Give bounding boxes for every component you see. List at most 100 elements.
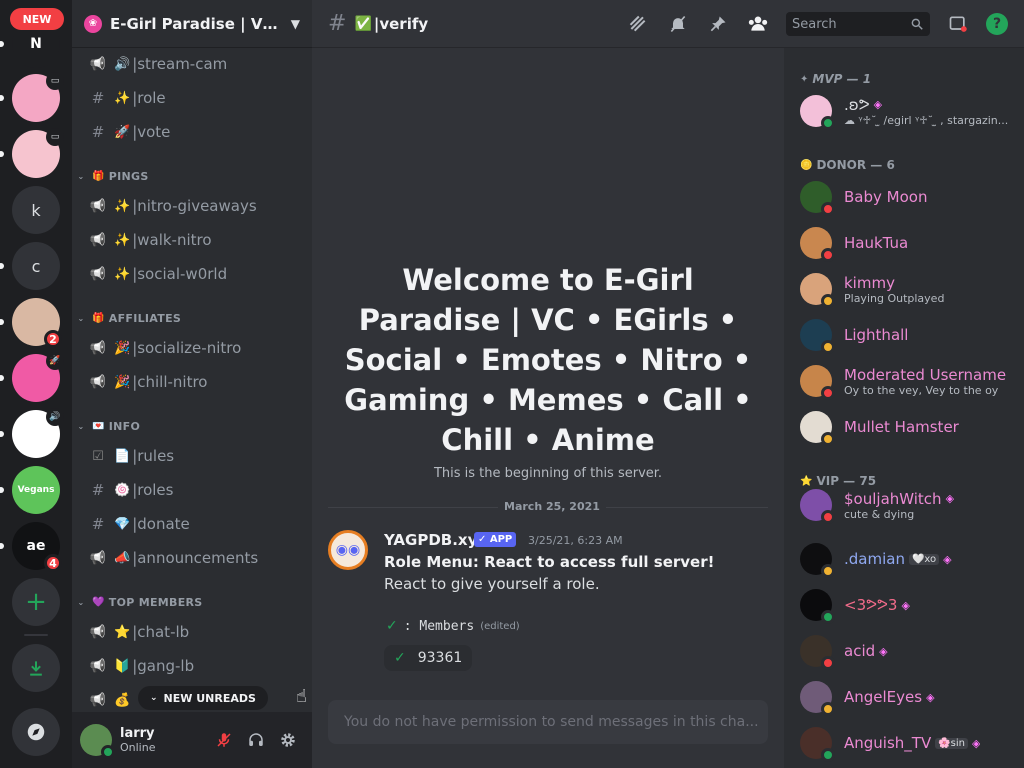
monitor-icon: ▭ [46, 128, 64, 146]
chevron-down-icon: ⌄ [77, 597, 85, 607]
member-name-text: Baby Moon [844, 188, 928, 206]
channel-item[interactable]: 📢 ✨ |social-w0rld [80, 258, 304, 290]
member-item[interactable]: <3ᕗᕗ3 ◈ [800, 584, 1016, 626]
member-text: Lighthall [844, 326, 908, 344]
notification-bell-muted-icon[interactable] [666, 12, 690, 36]
member-list-icon[interactable] [746, 12, 770, 36]
dnd-status-icon [821, 248, 835, 262]
channel-emoji-icon: 🚀 [114, 124, 131, 140]
member-item[interactable]: HaukTua [800, 222, 1016, 264]
server-icon[interactable]: k [12, 186, 60, 234]
member-item[interactable]: .ʚᕗ ◈ ☁ ᵞ♱˘ ̫ /egirl ᵞ♱˘ ̫ , stargazin... [800, 90, 1016, 132]
member-text: .damian 🤍xo ◈ [844, 550, 952, 568]
channel-item[interactable]: 📢 ⭐ |chat-lb [80, 616, 304, 648]
server-icon[interactable]: 🚀 [12, 352, 64, 402]
user-info[interactable]: larry Online [120, 726, 208, 754]
microphone-muted-icon[interactable] [208, 724, 240, 756]
gear-icon[interactable] [272, 724, 304, 756]
nitro-boost-icon: ◈ [879, 644, 888, 658]
member-item[interactable]: Baby Moon [800, 176, 1016, 218]
role-label: : Members [403, 618, 475, 634]
chevron-down-icon: ⌄ [77, 313, 85, 323]
help-icon[interactable]: ? [986, 13, 1008, 35]
pin-icon[interactable] [706, 12, 730, 36]
new-unreads-button[interactable]: ⌄ NEW UNREADS [138, 686, 268, 710]
member-item[interactable]: AngelEyes ◈ [800, 676, 1016, 718]
server-icon[interactable]: Vegans [12, 466, 60, 514]
new-badge[interactable]: NEW [10, 8, 64, 30]
server-rail: NEW N ▭ ▭ k c 2 🚀 🔊 Vegans ae 4 + [0, 0, 72, 768]
member-text: acid ◈ [844, 642, 888, 660]
category-label: AFFILIATES [108, 311, 182, 325]
member-name: Lighthall [844, 326, 908, 344]
avatar[interactable] [80, 724, 115, 759]
member-group-header: 🪙 DONOR — 6 [800, 156, 895, 174]
member-text: Mullet Hamster [844, 418, 959, 436]
server-icon[interactable]: 2 [12, 298, 62, 348]
category-top-members[interactable]: ⌄ 💜 TOP MEMBERS [74, 592, 304, 612]
server-icon[interactable]: 🔊 [12, 408, 64, 458]
server-icon[interactable]: ▭ [12, 72, 64, 122]
channel-item[interactable]: 📢 🎉 |socialize-nitro [80, 332, 304, 364]
member-item[interactable]: $ouljahWitch ◈ cute & dying [800, 484, 1016, 526]
channel-item[interactable]: # 🚀 |vote [80, 116, 304, 148]
category-affiliates[interactable]: ⌄ 🎁 AFFILIATES [74, 308, 304, 328]
member-item[interactable]: Lighthall [800, 314, 1016, 356]
reaction-button[interactable]: ✓ 93361 [384, 645, 473, 671]
category-info[interactable]: ⌄ 💌 INFO [74, 416, 304, 436]
inbox-icon[interactable] [946, 12, 970, 36]
server-icon[interactable]: ae 4 [12, 522, 62, 572]
member-item[interactable]: .damian 🤍xo ◈ [800, 538, 1016, 580]
member-item[interactable]: Anguish_TV 🌸sin ◈ [800, 722, 1016, 764]
search-input[interactable]: Search [786, 12, 930, 36]
channel-emoji-icon: ✨ [114, 198, 131, 214]
member-item[interactable]: acid ◈ [800, 630, 1016, 672]
speaker-icon: 🔊 [46, 408, 64, 426]
channel-item[interactable]: # 💎 |donate [80, 508, 304, 540]
server-glyph: ae [26, 538, 46, 554]
channel-name: |rules [132, 447, 175, 465]
category-emoji-icon: 💌 [92, 420, 105, 432]
server-header[interactable]: ❀ E-Girl Paradise | VC • ... ▼ [72, 0, 312, 48]
channel-item[interactable]: 📢 🔊 |stream-cam [80, 48, 304, 80]
headphones-icon[interactable] [240, 724, 272, 756]
member-text: AngelEyes ◈ [844, 688, 935, 706]
megaphone-icon: 📢 [89, 198, 107, 214]
message-composer[interactable]: You do not have permission to send messa… [328, 700, 768, 744]
megaphone-icon: 📢 [89, 624, 107, 640]
channel-item[interactable]: # ✨ |role [80, 82, 304, 114]
avatar [800, 543, 835, 578]
member-name: $ouljahWitch ◈ [844, 490, 954, 508]
channel-item[interactable]: # 🍥 |roles [80, 474, 304, 506]
member-list: ✦ MVP — 1 🪙 DONOR — 6 ⭐ VIP — 75 .ʚᕗ ◈ ☁ ᵞ♱˘ ̫ /… [784, 48, 1024, 768]
message-title: Role Menu: React to access full server! [384, 553, 715, 571]
category-pings[interactable]: ⌄ 🎁 PINGS [74, 166, 304, 186]
channel-item[interactable]: 📢 🎉 |chill-nitro [80, 366, 304, 398]
channel-item[interactable]: 📢 ✨ |nitro-giveaways [80, 190, 304, 222]
channel-emoji-icon: 🍥 [114, 482, 131, 498]
channel-emoji-icon: 💎 [114, 516, 131, 532]
channel-item[interactable]: ☑ 📄 |rules [80, 440, 304, 472]
threads-icon[interactable] [626, 12, 650, 36]
channel-item[interactable]: 📢 🔰 |gang-lb [80, 650, 304, 682]
category-emoji-icon: 🎁 [92, 170, 105, 182]
unread-indicator [0, 543, 4, 549]
server-icon[interactable]: ▭ [12, 128, 64, 178]
member-name: HaukTua [844, 234, 908, 252]
add-server-icon[interactable]: + [12, 578, 60, 626]
channel-item[interactable]: 📢 ✨ |walk-nitro [80, 224, 304, 256]
category-emoji-icon: 🎁 [92, 312, 105, 324]
explore-compass-icon[interactable] [12, 708, 60, 756]
member-name: <3ᕗᕗ3 ◈ [844, 596, 910, 614]
member-item[interactable]: Mullet Hamster [800, 406, 1016, 448]
download-icon[interactable] [12, 644, 60, 692]
channel-item[interactable]: 📢 📣 |announcements [80, 542, 304, 574]
hash-icon: # [91, 515, 105, 533]
server-icon[interactable]: c [12, 242, 60, 290]
member-item[interactable]: Moderated Username Oy to the vey, Vey to … [800, 360, 1016, 402]
online-status-icon [821, 748, 835, 762]
message-author[interactable]: YAGPDB.xyz [384, 531, 486, 549]
member-item[interactable]: kimmy Playing Outplayed [800, 268, 1016, 310]
chat-area: # ✅ |verify Search ? Welcome to E-Girl P… [312, 0, 1024, 768]
bot-avatar[interactable]: ◉◉ [328, 530, 368, 570]
